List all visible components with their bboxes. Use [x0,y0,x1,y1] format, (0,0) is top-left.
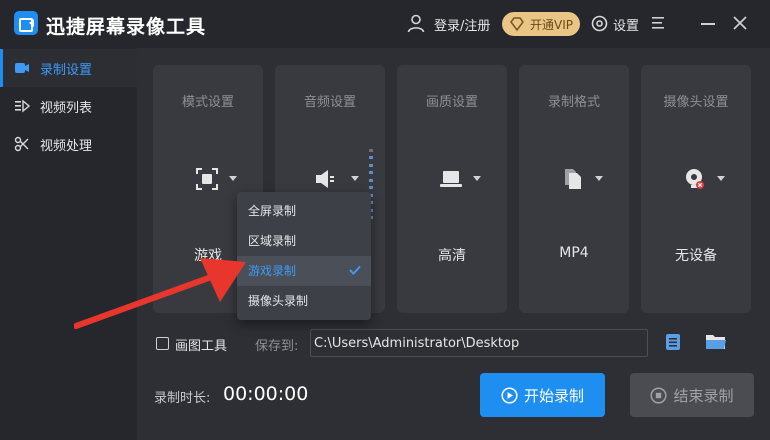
close-icon[interactable] [732,15,748,31]
stop-icon [650,386,668,404]
menu-item-label: 游戏录制 [248,264,297,278]
start-recording-button[interactable]: 开始录制 [480,373,605,417]
vip-diamond-icon [510,17,524,32]
draw-tool-label[interactable]: 画图工具 [175,335,227,354]
record-settings-icon [15,63,29,73]
sidebar-item-label: 视频列表 [40,100,93,116]
menu-icon[interactable] [652,16,666,30]
folder-icon[interactable] [705,333,727,351]
sidebar-item-video-list[interactable]: 视频列表 [0,87,137,125]
menu-item-camera[interactable]: 摄像头录制 [237,286,371,316]
chevron-down-icon[interactable] [473,176,481,181]
checkmark-icon [349,265,361,275]
chevron-down-icon[interactable] [351,176,359,181]
sidebar-item-record-settings[interactable]: 录制设置 [0,49,137,87]
quality-settings-card[interactable]: 画质设置 高清 [397,65,507,313]
app-logo-icon [14,11,38,35]
card-value: MP4 [559,245,589,261]
file-icon [565,169,581,189]
user-icon[interactable] [406,13,426,33]
duration-label: 录制时长: [154,391,211,406]
start-recording-label: 开始录制 [523,387,584,405]
sidebar-item-label: 录制设置 [40,62,93,78]
card-title: 画质设置 [425,95,478,110]
open-vip-button[interactable]: 开通VIP [502,12,580,36]
sidebar-item-video-process[interactable]: 视频处理 [0,125,137,163]
vip-label: 开通VIP [530,17,573,32]
play-icon [501,386,518,404]
chevron-down-icon[interactable] [717,176,725,181]
card-title: 模式设置 [181,95,234,110]
laptop-icon [440,171,462,187]
minimize-icon[interactable] [701,23,715,25]
draw-tool-checkbox[interactable] [156,337,169,350]
chevron-down-icon[interactable] [229,176,237,181]
stop-recording-button[interactable]: 结束录制 [630,373,754,417]
settings-link[interactable]: 设置 [613,15,639,34]
save-path-input[interactable] [310,329,648,357]
camera-icon [686,169,704,189]
sidebar-item-label: 视频处理 [40,138,93,154]
stop-recording-label: 结束录制 [673,387,734,405]
format-settings-card[interactable]: 录制格式 MP4 [519,65,629,313]
annotation-arrow-icon [74,258,246,329]
mode-dropdown-menu: 全屏录制 区域录制 游戏录制 摄像头录制 [237,192,371,320]
card-title: 录制格式 [547,95,600,110]
save-to-label: 保存到: [255,339,299,354]
chevron-down-icon[interactable] [595,176,603,181]
gear-icon[interactable] [591,15,608,32]
menu-item-fullscreen[interactable]: 全屏录制 [237,196,371,226]
login-register-link[interactable]: 登录/注册 [434,15,490,34]
card-value: 高清 [438,248,466,264]
speaker-icon [316,170,334,188]
file-list-icon[interactable] [664,333,682,351]
duration-value: 00:00:00 [223,383,309,405]
card-title: 音频设置 [303,95,356,110]
title-bar: 迅捷屏幕录像工具 登录/注册 开通VIP 设置 [0,0,770,48]
video-list-icon [15,99,30,113]
menu-item-game[interactable]: 游戏录制 [237,256,371,286]
fullscreen-mode-icon [196,168,218,190]
camera-settings-card[interactable]: 摄像头设置 无设备 [641,65,751,313]
video-process-icon [14,136,29,152]
menu-item-region[interactable]: 区域录制 [237,226,371,256]
card-title: 摄像头设置 [663,95,729,110]
app-title: 迅捷屏幕录像工具 [46,16,207,38]
sidebar: 录制设置 视频列表 视频处理 [0,48,137,440]
card-value: 无设备 [675,248,717,264]
